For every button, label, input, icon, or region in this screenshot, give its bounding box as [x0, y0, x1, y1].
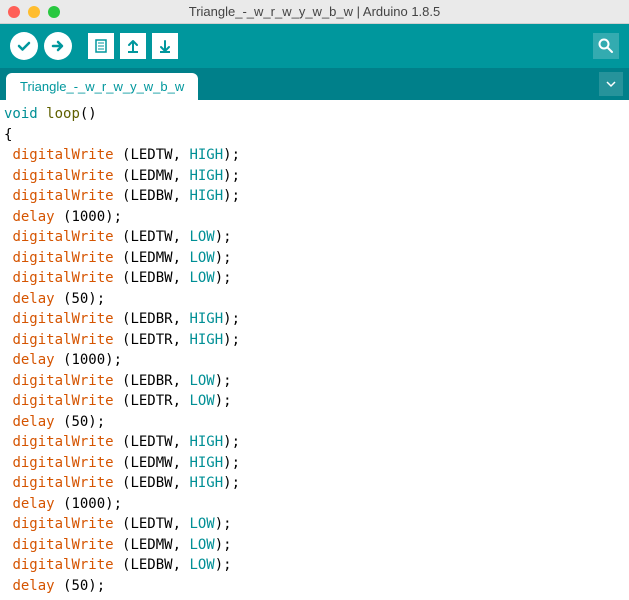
code-line[interactable]: delay (1000);: [4, 207, 621, 228]
code-line[interactable]: digitalWrite (LEDBR, LOW);: [4, 371, 621, 392]
arrow-right-icon: [50, 38, 66, 54]
serial-monitor-button[interactable]: [593, 33, 619, 59]
file-icon: [93, 38, 109, 54]
verify-button[interactable]: [10, 32, 38, 60]
toolbar-file-group: [88, 33, 178, 59]
code-line[interactable]: digitalWrite (LEDTR, HIGH);: [4, 330, 621, 351]
code-line[interactable]: delay (50);: [4, 576, 621, 597]
check-icon: [16, 38, 32, 54]
code-line[interactable]: digitalWrite (LEDBR, HIGH);: [4, 309, 621, 330]
code-line[interactable]: delay (1000);: [4, 350, 621, 371]
magnifier-icon: [597, 37, 615, 55]
minimize-button[interactable]: [28, 6, 40, 18]
code-line[interactable]: digitalWrite (LEDTW, LOW);: [4, 514, 621, 535]
code-line[interactable]: digitalWrite (LEDBW, HIGH);: [4, 186, 621, 207]
code-line[interactable]: digitalWrite (LEDMW, LOW);: [4, 535, 621, 556]
code-line[interactable]: digitalWrite (LEDMW, HIGH);: [4, 453, 621, 474]
toolbar-compile-group: [10, 32, 72, 60]
chevron-down-icon: [606, 79, 616, 89]
code-line[interactable]: delay (50);: [4, 289, 621, 310]
code-line[interactable]: digitalWrite (LEDTW, HIGH);: [4, 145, 621, 166]
code-line[interactable]: void loop(): [4, 104, 621, 125]
open-button[interactable]: [120, 33, 146, 59]
code-line[interactable]: digitalWrite (LEDTW, HIGH);: [4, 432, 621, 453]
maximize-button[interactable]: [48, 6, 60, 18]
tabbar: Triangle_-_w_r_w_y_w_b_w: [0, 68, 629, 100]
window-title: Triangle_-_w_r_w_y_w_b_w | Arduino 1.8.5: [189, 4, 440, 19]
traffic-lights: [8, 6, 60, 18]
arrow-down-icon: [157, 38, 173, 54]
code-editor[interactable]: void loop(){ digitalWrite (LEDTW, HIGH);…: [0, 100, 629, 600]
tab-menu-button[interactable]: [599, 72, 623, 96]
code-line[interactable]: digitalWrite (LEDBW, LOW);: [4, 268, 621, 289]
code-line[interactable]: delay (1000);: [4, 494, 621, 515]
code-line[interactable]: digitalWrite (LEDMW, HIGH);: [4, 166, 621, 187]
new-button[interactable]: [88, 33, 114, 59]
code-line[interactable]: delay (50);: [4, 412, 621, 433]
titlebar: Triangle_-_w_r_w_y_w_b_w | Arduino 1.8.5: [0, 0, 629, 24]
tab-active[interactable]: Triangle_-_w_r_w_y_w_b_w: [6, 73, 198, 100]
save-button[interactable]: [152, 33, 178, 59]
code-line[interactable]: digitalWrite (LEDMW, LOW);: [4, 248, 621, 269]
code-line[interactable]: {: [4, 125, 621, 146]
upload-button[interactable]: [44, 32, 72, 60]
code-line[interactable]: digitalWrite (LEDTR, LOW);: [4, 391, 621, 412]
code-line[interactable]: digitalWrite (LEDBW, HIGH);: [4, 473, 621, 494]
close-button[interactable]: [8, 6, 20, 18]
code-line[interactable]: digitalWrite (LEDTW, LOW);: [4, 227, 621, 248]
arrow-up-icon: [125, 38, 141, 54]
toolbar: [0, 24, 629, 68]
code-line[interactable]: digitalWrite (LEDBW, LOW);: [4, 555, 621, 576]
